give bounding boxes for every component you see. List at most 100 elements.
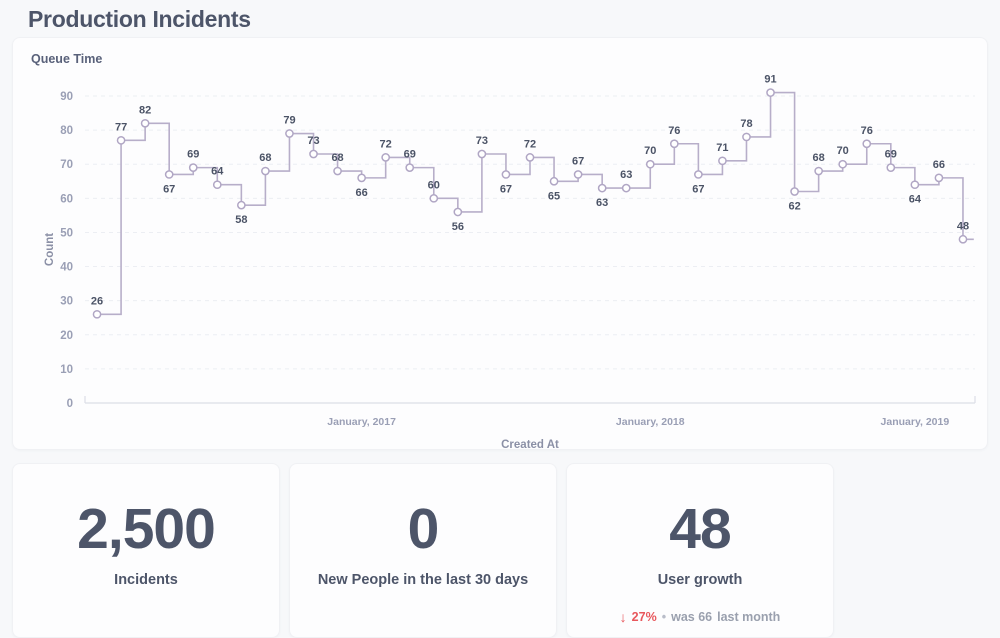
data-point-marker[interactable] <box>838 159 848 169</box>
data-point-marker[interactable] <box>573 170 583 179</box>
stat-label: Incidents <box>114 572 178 588</box>
y-axis-tick-label: 40 <box>60 262 73 274</box>
data-point-marker[interactable] <box>549 176 559 186</box>
data-point-label: 66 <box>933 159 945 171</box>
data-point-label: 68 <box>813 152 825 164</box>
data-point-marker[interactable] <box>790 187 799 196</box>
data-point-marker[interactable] <box>309 149 318 159</box>
series-step-line <box>97 91 974 316</box>
data-point-marker[interactable] <box>958 234 968 244</box>
data-point-marker[interactable] <box>501 170 511 179</box>
data-point-marker[interactable] <box>934 173 944 183</box>
data-point-label: 72 <box>524 138 536 150</box>
data-point-marker[interactable] <box>910 180 920 190</box>
data-point-marker[interactable] <box>525 153 535 162</box>
data-point-label: 68 <box>331 152 343 164</box>
y-axis-tick-label: 30 <box>60 296 73 308</box>
data-point-marker[interactable] <box>357 173 366 183</box>
queue-time-line-chart[interactable]: 0 10 20 30 40 50 60 70 80 90 January, 2017 January,… <box>13 38 989 451</box>
data-point-marker[interactable] <box>814 166 823 176</box>
data-point-label: 72 <box>380 138 392 150</box>
y-axis-tick-label: 60 <box>60 193 73 205</box>
trend-separator: • <box>661 610 667 624</box>
data-point-label: 58 <box>235 214 247 226</box>
data-point-marker[interactable] <box>694 170 703 179</box>
data-point-label: 63 <box>620 169 632 181</box>
data-point-marker[interactable] <box>766 88 775 97</box>
chart-plot-area[interactable]: 0 10 20 30 40 50 60 70 80 90 January, 2017 January,… <box>13 38 989 451</box>
data-point-marker[interactable] <box>597 183 607 193</box>
data-point-marker[interactable] <box>285 129 294 138</box>
trend-previous-value: was 66 <box>671 610 713 624</box>
data-point-marker[interactable] <box>429 193 439 203</box>
y-axis-title: Count <box>44 233 56 266</box>
data-point-label: 64 <box>211 166 224 178</box>
data-point-label: 69 <box>404 149 416 161</box>
status-badge: ↓ 27% • was 66 last month <box>567 610 833 624</box>
data-point-label: 76 <box>668 125 680 137</box>
data-point-marker[interactable] <box>237 200 246 210</box>
data-point-marker[interactable] <box>477 149 487 159</box>
data-point-label: 56 <box>452 221 464 233</box>
stat-card-user-growth[interactable]: 48 User growth ↓ 27% • was 66 last month <box>566 463 834 638</box>
data-point-label: 67 <box>572 155 584 167</box>
y-axis-tick-label: 20 <box>60 330 73 342</box>
data-point-marker[interactable] <box>188 163 198 172</box>
data-point-label: 73 <box>476 135 488 147</box>
data-point-label: 76 <box>861 125 873 137</box>
y-axis-tick-label: 10 <box>60 364 73 376</box>
stat-label: New People in the last 30 days <box>317 572 529 588</box>
data-point-label: 63 <box>596 197 608 209</box>
data-point-marker[interactable] <box>92 309 102 319</box>
data-point-label: 69 <box>187 149 199 161</box>
down-arrow-icon: ↓ <box>619 609 627 625</box>
data-point-marker[interactable] <box>116 135 126 145</box>
data-point-marker[interactable] <box>405 163 415 172</box>
data-point-label: 67 <box>692 183 704 195</box>
trend-percent: 27% <box>631 610 657 624</box>
data-point-marker[interactable] <box>212 180 222 190</box>
data-point-marker[interactable] <box>621 183 631 193</box>
data-point-label: 65 <box>548 190 560 202</box>
data-point-marker[interactable] <box>381 153 391 162</box>
data-point-marker[interactable] <box>669 139 679 149</box>
stats-row: 2,500 Incidents 0 New People in the last… <box>0 463 1000 638</box>
x-axis-tick-label: January, 2017 <box>327 416 396 428</box>
data-point-label: 78 <box>740 118 752 130</box>
data-point-marker[interactable] <box>862 139 872 149</box>
y-axis-tick-label: 0 <box>67 398 73 410</box>
stat-card-incidents[interactable]: 2,500 Incidents <box>12 463 280 638</box>
x-axis-title: Created At <box>501 439 559 451</box>
stat-value: 2,500 <box>77 497 216 561</box>
stat-card-new-people[interactable]: 0 New People in the last 30 days <box>289 463 557 638</box>
x-axis-tick-label: January, 2019 <box>881 416 950 428</box>
data-point-label: 66 <box>355 187 367 199</box>
data-point-label: 70 <box>837 145 849 157</box>
stat-value: 48 <box>669 497 731 561</box>
data-point-marker[interactable] <box>453 207 463 217</box>
data-point-label: 67 <box>500 183 512 195</box>
queue-time-chart-card: Queue Time 0 10 20 30 40 50 60 70 80 90 January, 2… <box>12 37 989 451</box>
data-point-marker[interactable] <box>164 170 174 179</box>
data-point-marker[interactable] <box>261 166 270 176</box>
data-point-marker[interactable] <box>742 132 751 142</box>
data-point-label: 69 <box>885 149 897 161</box>
data-point-label: 77 <box>115 121 127 133</box>
data-point-label: 73 <box>307 135 319 147</box>
data-point-marker[interactable] <box>333 166 342 176</box>
data-point-label: 71 <box>716 142 728 154</box>
data-point-label: 48 <box>957 220 969 232</box>
data-point-label: 79 <box>283 115 295 127</box>
x-axis-tick-label: January, 2018 <box>616 416 685 428</box>
data-point-marker[interactable] <box>886 163 896 172</box>
data-point-label: 91 <box>764 74 776 86</box>
data-point-label: 60 <box>428 179 440 191</box>
data-point-label: 68 <box>259 152 271 164</box>
y-axis-tick-label: 90 <box>60 91 73 103</box>
data-point-marker[interactable] <box>645 159 655 169</box>
stat-label: User growth <box>657 572 743 588</box>
data-point-label: 62 <box>788 201 800 213</box>
data-point-label: 67 <box>163 183 175 195</box>
data-point-marker[interactable] <box>718 156 727 166</box>
data-point-marker[interactable] <box>140 118 150 128</box>
